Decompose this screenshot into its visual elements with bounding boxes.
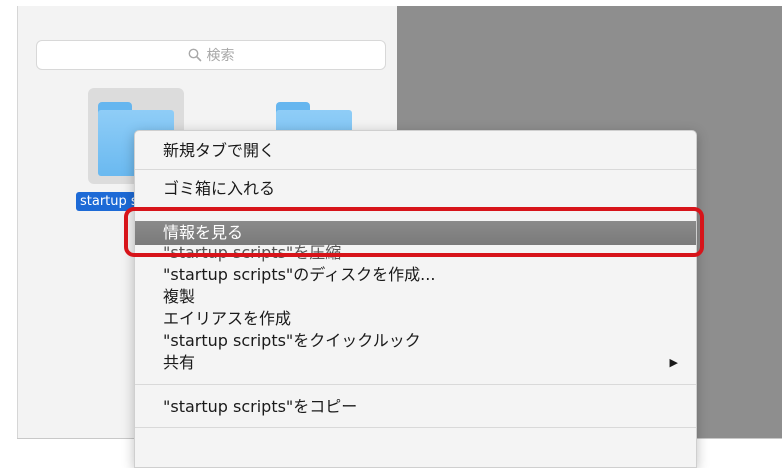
menu-item-label: "startup scripts"を圧縮 bbox=[163, 243, 342, 262]
selected-filename-label[interactable]: startup scripts bbox=[76, 192, 136, 211]
submenu-arrow-icon: ▶ bbox=[669, 356, 678, 369]
menu-item-quick-look[interactable]: "startup scripts"をクイックルック bbox=[135, 329, 696, 353]
menu-separator bbox=[135, 169, 696, 170]
menu-separator bbox=[135, 208, 696, 209]
menu-item-duplicate[interactable]: 複製 bbox=[135, 285, 696, 309]
search-input[interactable]: 検索 bbox=[36, 40, 386, 70]
menu-item-compress[interactable]: "startup scripts"を圧縮 bbox=[135, 241, 696, 265]
menu-item-copy[interactable]: "startup scripts"をコピー bbox=[135, 395, 696, 419]
menu-item-label: "startup scripts"のディスクを作成... bbox=[163, 265, 436, 284]
menu-item-burn-to-disc[interactable]: "startup scripts"のディスクを作成... bbox=[135, 263, 696, 287]
menu-item-label: 共有 bbox=[163, 353, 196, 372]
menu-item-move-to-trash[interactable]: ゴミ箱に入れる bbox=[135, 177, 696, 201]
search-placeholder: 検索 bbox=[206, 48, 235, 64]
menu-item-label: エイリアスを作成 bbox=[163, 309, 292, 328]
menu-item-label: "startup scripts"をクイックルック bbox=[163, 331, 421, 350]
menu-item-make-alias[interactable]: エイリアスを作成 bbox=[135, 307, 696, 331]
menu-item-share[interactable]: 共有 ▶ bbox=[135, 351, 696, 375]
menu-separator bbox=[135, 384, 696, 385]
search-icon bbox=[188, 48, 202, 62]
menu-item-label: 新規タブで開く bbox=[163, 141, 276, 160]
menu-item-label: "startup scripts"をコピー bbox=[163, 397, 358, 416]
menu-item-open-in-new-tab[interactable]: 新規タブで開く bbox=[135, 139, 696, 163]
menu-item-label: ゴミ箱に入れる bbox=[163, 179, 276, 198]
menu-item-label: 複製 bbox=[163, 287, 196, 306]
menu-item-label: 情報を見る bbox=[163, 223, 244, 242]
screenshot-stage: 検索 startup scripts 新規タブで開く ゴミ箱に入れる 情報を見る… bbox=[0, 0, 782, 468]
menu-separator bbox=[135, 427, 696, 428]
context-menu: 新規タブで開く ゴミ箱に入れる 情報を見る "startup scripts"を… bbox=[134, 130, 697, 468]
